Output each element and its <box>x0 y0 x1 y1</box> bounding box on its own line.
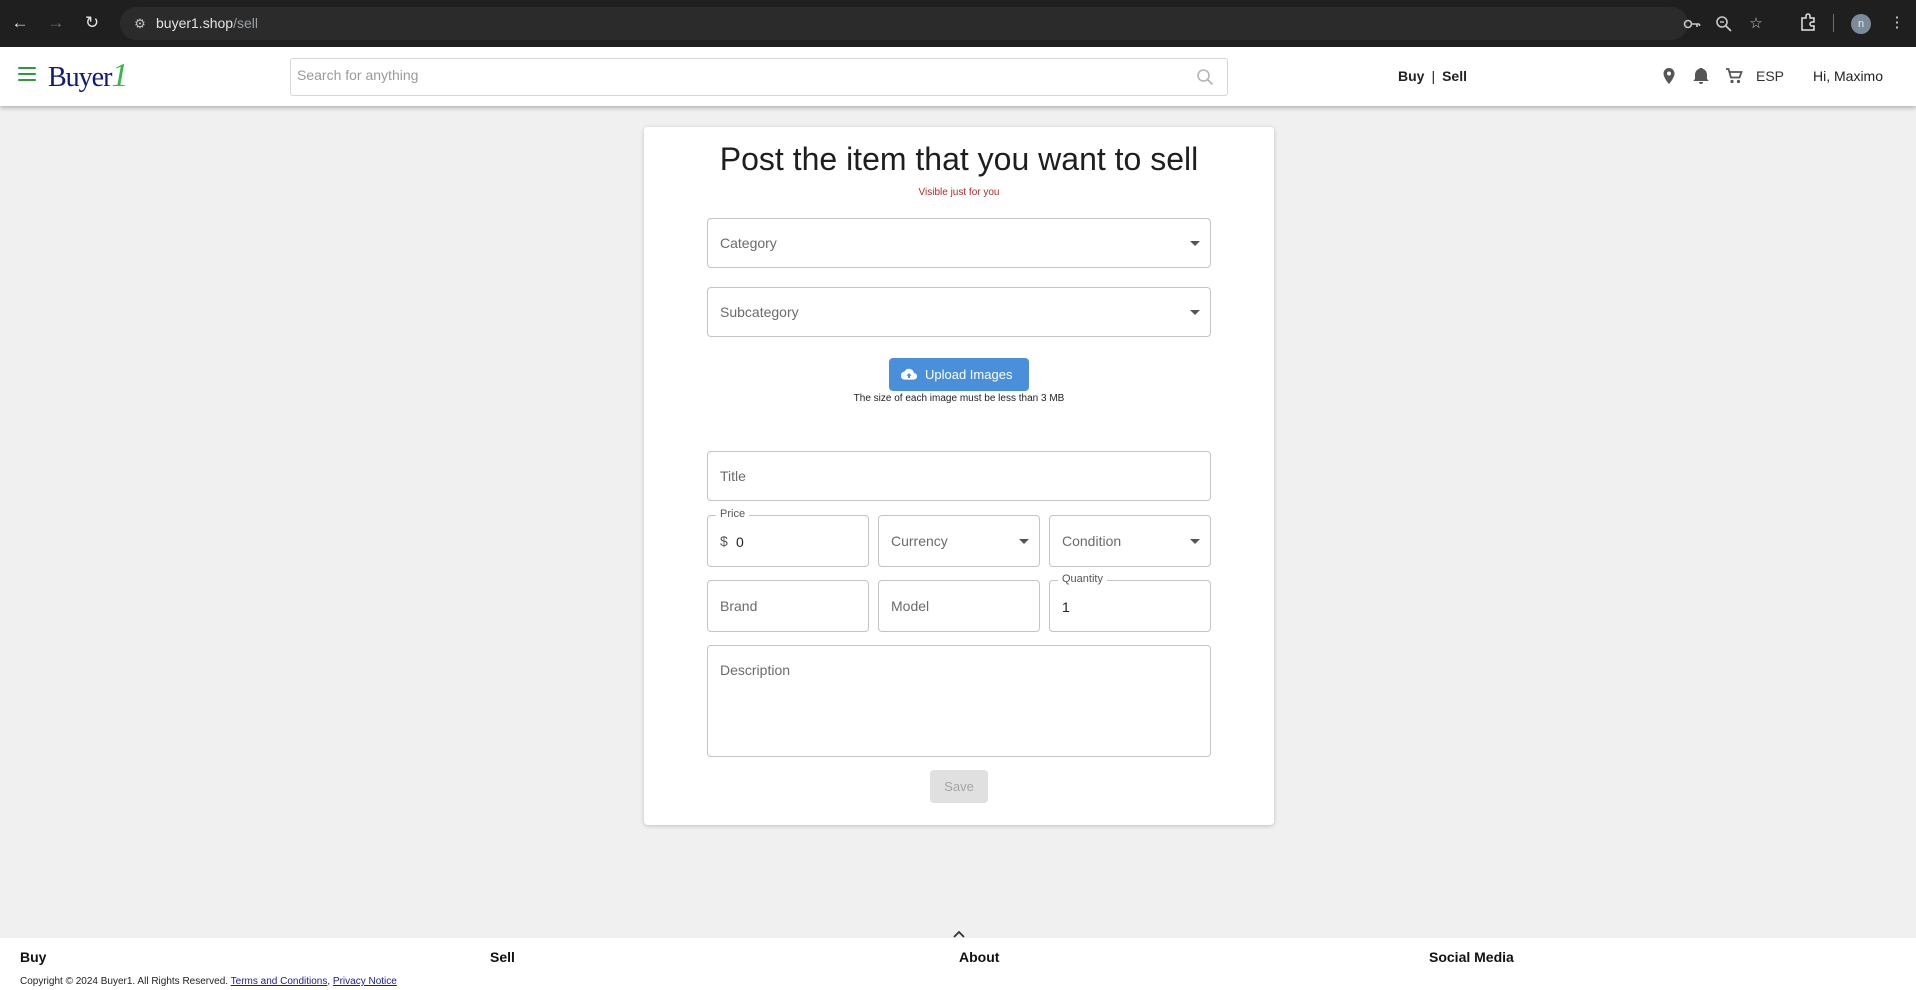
upload-size-note: The size of each image must be less than… <box>853 393 1065 404</box>
currency-symbol: $ <box>720 533 728 549</box>
category-placeholder: Category <box>720 235 777 251</box>
quantity-input[interactable]: Quantity 1 <box>1049 573 1211 632</box>
cart-icon[interactable] <box>1724 66 1744 86</box>
currency-select[interactable]: Currency <box>878 515 1040 567</box>
description-placeholder: Description <box>720 662 791 678</box>
forward-icon[interactable]: → <box>45 12 67 34</box>
title-input[interactable]: Title <box>707 451 1211 501</box>
extensions-icon[interactable] <box>1797 12 1819 34</box>
menu-icon[interactable] <box>18 67 36 81</box>
bell-icon[interactable] <box>1691 66 1711 86</box>
condition-select[interactable]: Condition <box>1049 515 1211 567</box>
address-bar[interactable]: ⚙ buyer1.shop/sell ☆ <box>120 7 1763 40</box>
visibility-note: Visible just for you <box>918 187 1000 198</box>
upload-images-label: Upload Images <box>925 367 1013 382</box>
price-value: 0 <box>736 534 744 550</box>
chevron-down-icon <box>1190 310 1200 315</box>
terms-link[interactable]: Terms and Conditions <box>231 976 328 987</box>
chevron-down-icon <box>1190 539 1200 544</box>
currency-placeholder: Currency <box>891 533 948 549</box>
cloud-upload-icon <box>901 368 917 380</box>
footer-col-about[interactable]: About <box>959 949 999 965</box>
bookmark-star-icon[interactable]: ☆ <box>1746 14 1766 34</box>
price-input[interactable]: Price $ 0 <box>707 508 869 567</box>
buy-sell-nav: Buy | Sell <box>1398 68 1467 84</box>
chevron-down-icon <box>1190 241 1200 246</box>
app-header: Buyer1 Buy | Sell ESP Hi, Maximo <box>0 47 1916 106</box>
nav-sell-link[interactable]: Sell <box>1442 68 1467 84</box>
brand-input[interactable]: Brand <box>707 580 869 632</box>
condition-placeholder: Condition <box>1062 533 1122 549</box>
user-greeting[interactable]: Hi, Maximo <box>1813 68 1883 84</box>
page-title: Post the item that you want to sell <box>719 141 1199 177</box>
footer-col-social-media[interactable]: Social Media <box>1429 949 1514 965</box>
search-icon[interactable] <box>1195 67 1215 87</box>
nav-buy-link[interactable]: Buy <box>1398 68 1424 84</box>
back-icon[interactable]: ← <box>9 12 31 34</box>
search-input[interactable] <box>297 67 1177 83</box>
zoom-icon[interactable] <box>1714 14 1734 34</box>
footer-col-sell[interactable]: Sell <box>490 949 515 965</box>
browser-menu-icon[interactable]: ⋮ <box>1886 12 1908 34</box>
subcategory-select[interactable]: Subcategory <box>707 287 1211 337</box>
privacy-link[interactable]: Privacy Notice <box>333 976 397 987</box>
brand-placeholder: Brand <box>720 598 758 614</box>
description-textarea[interactable]: Description <box>707 645 1211 757</box>
category-select[interactable]: Category <box>707 218 1211 268</box>
nav-separator: | <box>1431 68 1436 84</box>
title-placeholder: Title <box>720 468 746 484</box>
logo[interactable]: Buyer1 <box>48 57 128 95</box>
profile-avatar[interactable]: n <box>1851 14 1871 34</box>
chevron-up-icon[interactable] <box>951 929 967 941</box>
password-key-icon[interactable] <box>1682 14 1702 34</box>
copyright-text: Copyright © 2024 Buyer1. All Rights Rese… <box>20 976 229 987</box>
upload-images-button[interactable]: Upload Images <box>889 358 1029 391</box>
save-button[interactable]: Save <box>930 770 988 803</box>
sell-form-card: Post the item that you want to sell Visi… <box>644 127 1274 825</box>
subcategory-placeholder: Subcategory <box>720 304 799 320</box>
footer: Buy Sell About Social Media Copyright © … <box>0 930 1916 990</box>
model-input[interactable]: Model <box>878 580 1040 632</box>
model-placeholder: Model <box>891 598 930 614</box>
location-pin-icon[interactable] <box>1659 66 1679 86</box>
language-toggle[interactable]: ESP <box>1756 68 1784 84</box>
site-info-icon[interactable]: ⚙ <box>130 14 150 34</box>
link-comma: , <box>327 976 331 987</box>
quantity-value: 1 <box>1062 599 1070 615</box>
chevron-down-icon <box>1019 539 1029 544</box>
copyright: Copyright © 2024 Buyer1. All Rights Rese… <box>20 976 397 987</box>
browser-toolbar: ← → ↻ ⚙ buyer1.shop/sell ☆ n ⋮ <box>0 0 1916 47</box>
url-text[interactable]: buyer1.shop/sell <box>156 15 258 31</box>
reload-icon[interactable]: ↻ <box>81 12 103 34</box>
footer-col-buy[interactable]: Buy <box>20 949 46 965</box>
search-bar <box>290 58 1228 96</box>
price-label: Price <box>716 508 750 520</box>
quantity-label: Quantity <box>1058 573 1107 585</box>
toolbar-divider <box>1833 14 1834 32</box>
